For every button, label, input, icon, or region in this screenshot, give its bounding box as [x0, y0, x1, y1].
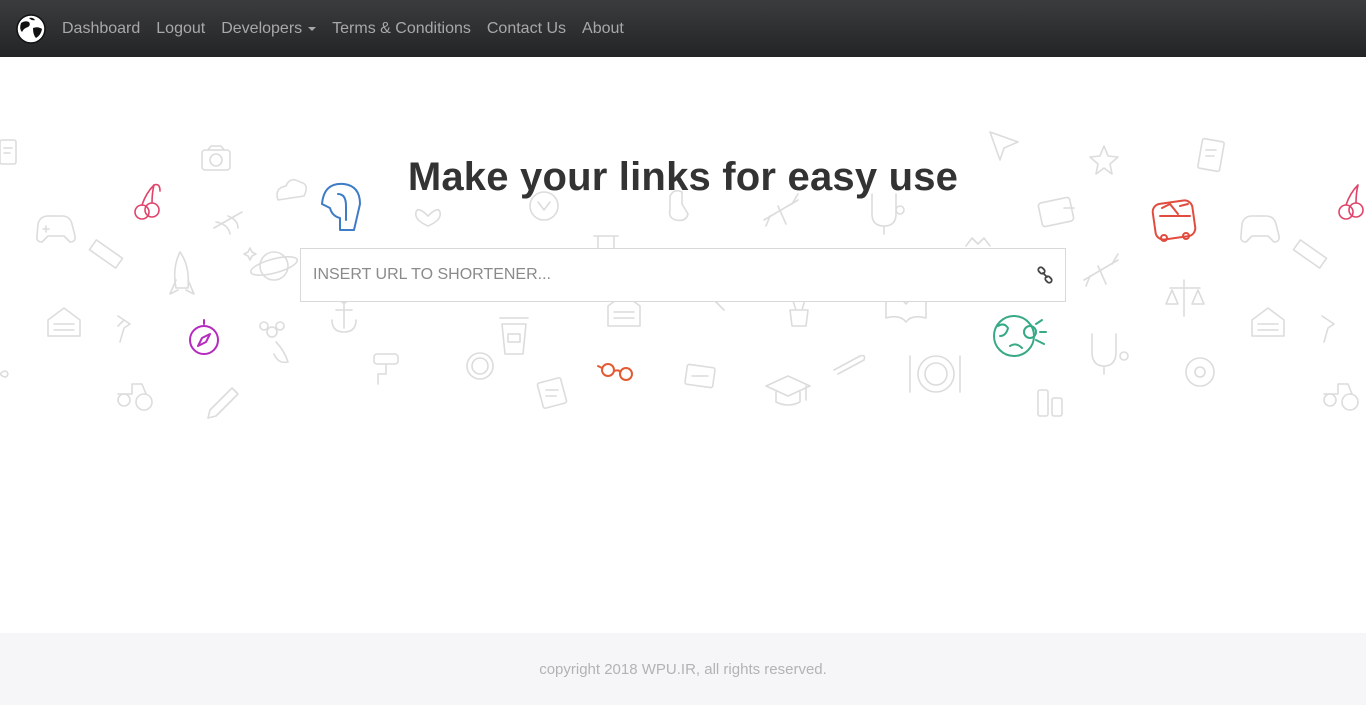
- rocket-icon: [169, 251, 195, 295]
- folder-icon: [684, 363, 716, 389]
- airplane-icon-2: [1083, 253, 1119, 287]
- caret-down-icon: [308, 26, 317, 31]
- paint-roller-icon: [373, 353, 399, 385]
- nav-developers-label: Developers: [221, 20, 303, 37]
- house-icon-3: [1251, 307, 1285, 337]
- graduation-cap-icon: [765, 375, 811, 406]
- planet-icon: [243, 247, 299, 281]
- globe-satellite-icon: [993, 315, 1047, 357]
- baby-bottles-icon: [1037, 389, 1063, 417]
- gear-icon: [466, 352, 494, 380]
- ruler-icon-2: [1292, 239, 1328, 269]
- hero-title: Make your links for easy use: [407, 155, 959, 199]
- flower-icon: [259, 321, 289, 364]
- nav-logout[interactable]: Logout: [148, 0, 213, 57]
- paperclip-icon: [833, 354, 866, 375]
- url-input[interactable]: [301, 249, 1021, 301]
- pushpin-icon: [117, 315, 131, 343]
- gamepad-icon-2: [1240, 215, 1280, 243]
- scales-icon: [1165, 279, 1205, 317]
- book-icon: [536, 376, 568, 410]
- nav-dashboard[interactable]: Dashboard: [54, 0, 148, 57]
- pencil-icon: [207, 387, 239, 419]
- gamepad-icon: [36, 215, 76, 243]
- nav-developers-dropdown[interactable]: Developers: [213, 0, 324, 57]
- house-icon: [47, 307, 81, 337]
- eye-icon: [0, 370, 9, 378]
- globe-logo-icon[interactable]: [16, 13, 46, 44]
- link-icon[interactable]: [1035, 265, 1055, 285]
- footer: copyright 2018 WPU.IR, all rights reserv…: [0, 633, 1366, 705]
- plate-cutlery-icon: [909, 355, 961, 393]
- compass-icon: [189, 319, 219, 355]
- nav-about[interactable]: About: [574, 0, 632, 57]
- coffee-cup-icon: [499, 317, 529, 355]
- anchor-icon: [331, 296, 357, 333]
- dna-icon: [213, 211, 243, 235]
- wallet-icon: [1037, 196, 1075, 228]
- pushpin-icon-2: [1321, 315, 1335, 343]
- ruler-icon: [88, 239, 124, 269]
- notebook-icon: [885, 297, 927, 323]
- nav-contact[interactable]: Contact Us: [479, 0, 574, 57]
- nav-terms[interactable]: Terms & Conditions: [324, 0, 479, 57]
- top-navbar: Dashboard Logout Developers Terms & Cond…: [0, 0, 1366, 57]
- buildings-icon: [965, 237, 991, 247]
- tractor-icon: [117, 383, 153, 411]
- donut-icon: [1185, 357, 1215, 387]
- heart-icon: [414, 208, 442, 227]
- stethoscope-icon: [871, 193, 905, 235]
- copyright-text: copyright 2018 WPU.IR, all rights reserv…: [539, 661, 827, 678]
- stethoscope-icon-2: [1091, 333, 1129, 375]
- tractor-icon-2: [1323, 383, 1359, 411]
- bus-icon: [1151, 199, 1197, 242]
- glasses-icon: [597, 363, 633, 381]
- url-shortener-form: [300, 248, 1066, 302]
